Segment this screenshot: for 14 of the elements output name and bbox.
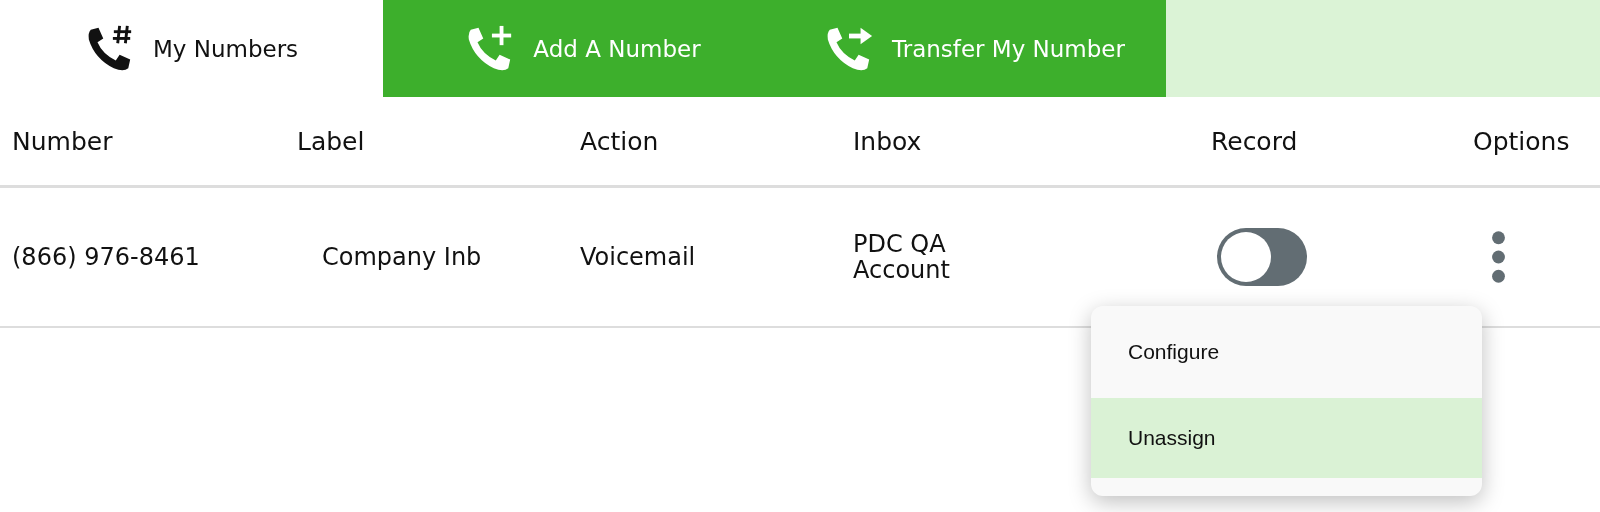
table-cell-text: Company Inb [321,243,483,271]
more-options-icon[interactable] [1491,230,1506,284]
menu-item[interactable]: Unassign [1091,398,1482,478]
record-toggle[interactable] [1217,228,1307,286]
column-header: Label [297,126,366,156]
column-header: Record [1210,126,1299,156]
table-cell-text: (866) 976-8461 [11,243,201,271]
column-header: Options [1472,126,1570,156]
column-header: Number [11,126,114,156]
menu-item[interactable]: Configure [1091,306,1482,398]
column-header: Action [580,126,660,156]
table-cell-text: PDC QA Account [853,230,951,284]
table-cell-text: Voicemail [580,243,697,271]
column-header: Inbox [853,126,923,156]
